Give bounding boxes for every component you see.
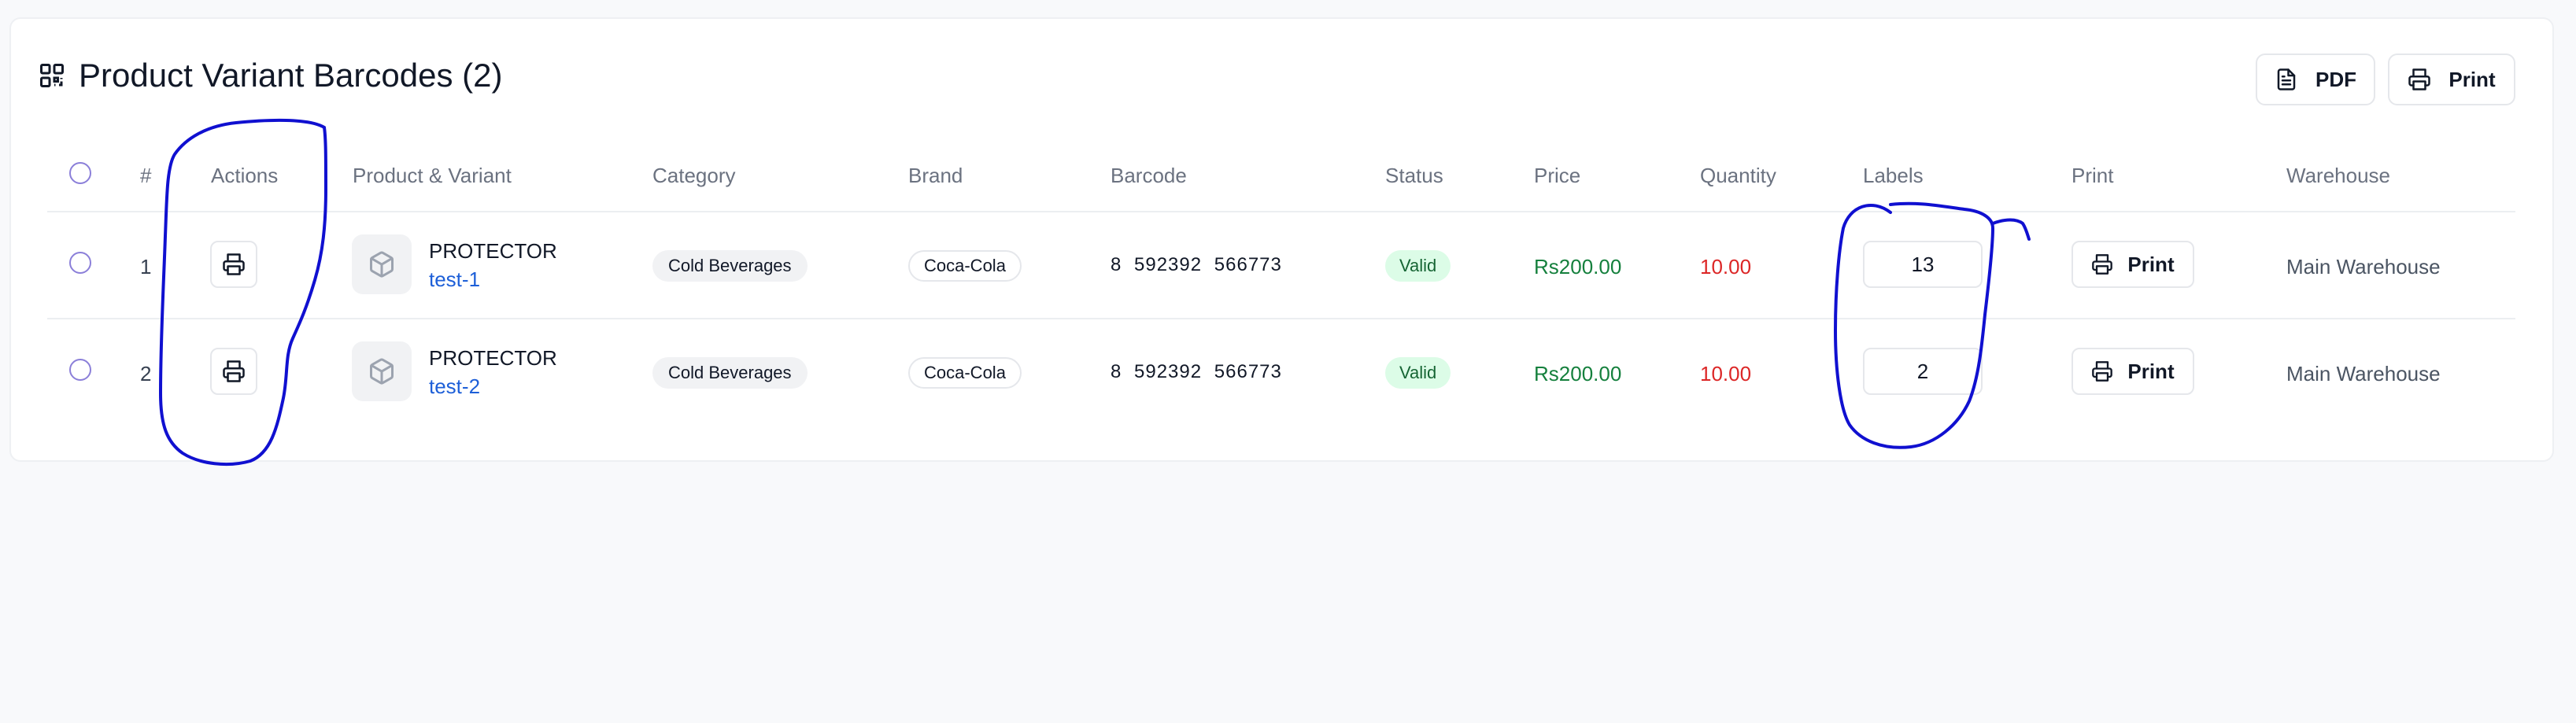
printer-icon bbox=[2092, 361, 2113, 382]
package-icon bbox=[370, 358, 394, 385]
barcode-value: 8 592392 566773 bbox=[1111, 361, 1282, 382]
row-checkbox[interactable] bbox=[69, 252, 91, 274]
col-header-quantity: Quantity bbox=[1700, 164, 1776, 187]
printer-icon bbox=[2092, 254, 2113, 275]
row-print-button[interactable]: Print bbox=[2072, 348, 2194, 395]
print-all-button-label: Print bbox=[2448, 67, 2496, 91]
pdf-button-label: PDF bbox=[2315, 67, 2356, 91]
printer-icon bbox=[223, 253, 245, 275]
status-badge: Valid bbox=[1385, 250, 1451, 282]
header-divider bbox=[47, 211, 2515, 212]
col-header-barcode: Barcode bbox=[1111, 164, 1187, 187]
col-header-index: # bbox=[140, 164, 152, 187]
col-header-category: Category bbox=[652, 164, 736, 187]
col-header-print: Print bbox=[2072, 164, 2114, 187]
category-badge: Cold Beverages bbox=[652, 357, 808, 389]
file-text-icon bbox=[2277, 68, 2296, 90]
col-header-product: Product & Variant bbox=[353, 164, 512, 187]
page-header: Product Variant Barcodes (2) bbox=[38, 57, 502, 94]
row-index: 2 bbox=[140, 362, 152, 385]
row-divider bbox=[47, 318, 2515, 319]
price-value: Rs200.00 bbox=[1534, 255, 1622, 279]
barcode-value: 8 592392 566773 bbox=[1111, 254, 1282, 275]
status-badge: Valid bbox=[1385, 357, 1451, 389]
printer-icon bbox=[223, 360, 245, 382]
product-thumbnail bbox=[352, 341, 412, 401]
row-print-button-label: Print bbox=[2127, 252, 2175, 276]
page-title: Product Variant Barcodes (2) bbox=[79, 57, 503, 94]
qr-code-icon bbox=[40, 64, 64, 87]
quantity-value: 10.00 bbox=[1700, 255, 1752, 279]
quantity-value: 10.00 bbox=[1700, 362, 1752, 385]
row-print-button[interactable]: Print bbox=[2072, 241, 2194, 288]
brand-badge: Coca-Cola bbox=[908, 357, 1022, 389]
print-all-button[interactable]: Print bbox=[2388, 53, 2515, 105]
package-icon bbox=[370, 251, 394, 278]
col-header-price: Price bbox=[1534, 164, 1581, 187]
labels-input[interactable] bbox=[1863, 348, 1983, 395]
warehouse-name: Main Warehouse bbox=[2286, 362, 2441, 385]
labels-input[interactable] bbox=[1863, 241, 1983, 288]
row-index: 1 bbox=[140, 255, 152, 279]
col-header-brand: Brand bbox=[908, 164, 963, 187]
row-checkbox[interactable] bbox=[69, 359, 91, 381]
pdf-button[interactable]: PDF bbox=[2256, 53, 2375, 105]
product-thumbnail bbox=[352, 234, 412, 294]
variant-link[interactable]: test-1 bbox=[429, 267, 480, 292]
row-print-action-button[interactable] bbox=[210, 241, 257, 288]
brand-badge: Coca-Cola bbox=[908, 250, 1022, 282]
category-badge: Cold Beverages bbox=[652, 250, 808, 282]
select-all-checkbox[interactable] bbox=[69, 162, 91, 184]
col-header-warehouse: Warehouse bbox=[2286, 164, 2390, 187]
warehouse-name: Main Warehouse bbox=[2286, 255, 2441, 279]
product-name: PROTECTOR bbox=[429, 239, 557, 263]
printer-icon bbox=[2408, 68, 2431, 90]
row-print-button-label: Print bbox=[2127, 359, 2175, 383]
price-value: Rs200.00 bbox=[1534, 362, 1622, 385]
variant-link[interactable]: test-2 bbox=[429, 374, 480, 399]
product-name: PROTECTOR bbox=[429, 346, 557, 370]
col-header-labels: Labels bbox=[1863, 164, 1924, 187]
row-print-action-button[interactable] bbox=[210, 348, 257, 395]
col-header-status: Status bbox=[1385, 164, 1443, 187]
col-header-actions: Actions bbox=[211, 164, 279, 187]
